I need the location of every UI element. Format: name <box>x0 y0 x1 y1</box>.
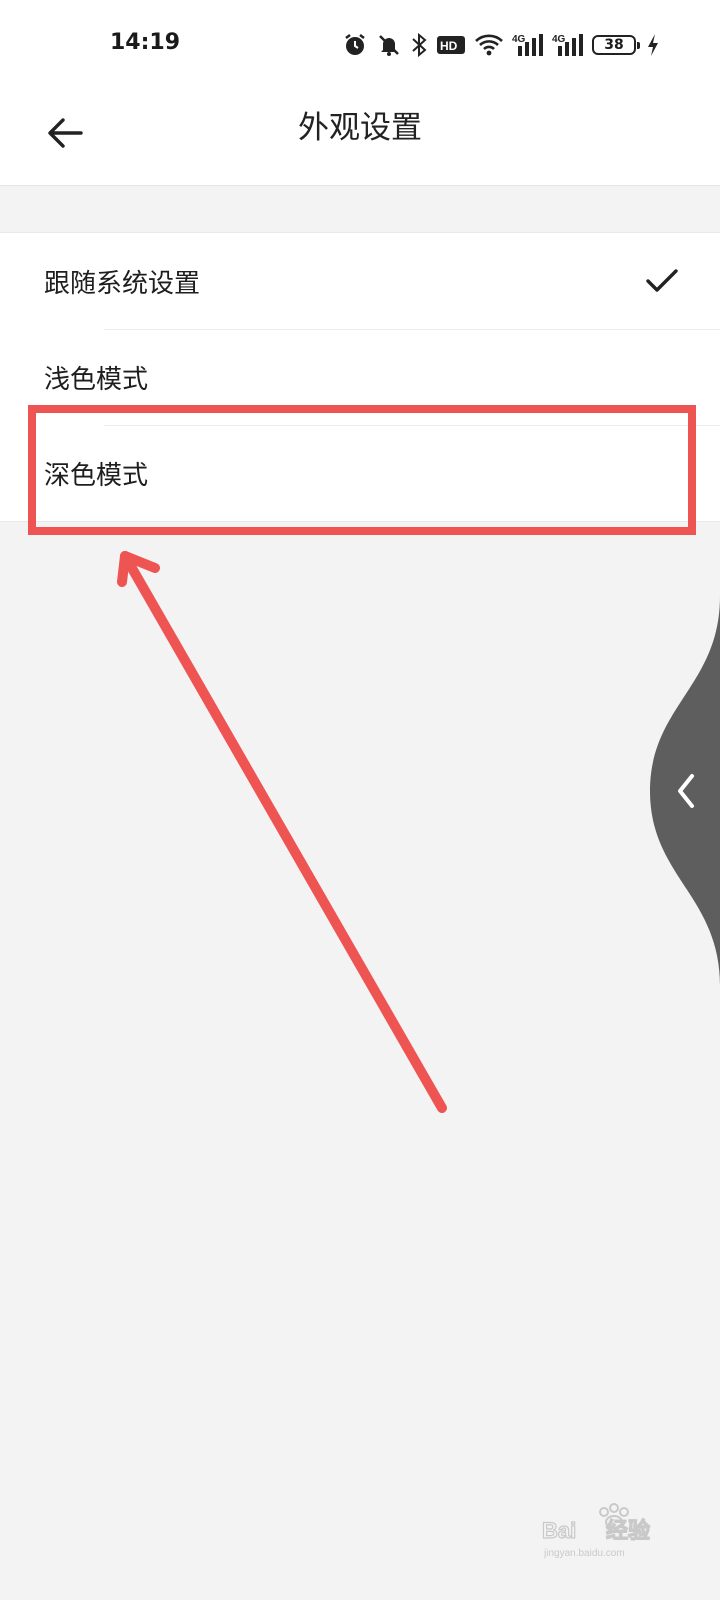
wifi-icon <box>475 34 503 56</box>
svg-text:经验: 经验 <box>606 1518 650 1543</box>
edge-back-gesture[interactable] <box>640 596 720 986</box>
signal-4g-icon: 4G <box>512 34 543 56</box>
battery-icon: 38 <box>592 35 640 55</box>
bluetooth-icon <box>412 32 427 58</box>
status-icons: HD 4G 4G 38 <box>342 30 660 60</box>
svg-text:jingyan.baidu.com: jingyan.baidu.com <box>543 1548 625 1559</box>
app-header: 外观设置 <box>0 88 720 186</box>
alarm-icon <box>345 34 365 55</box>
appearance-option-list: 跟随系统设置 浅色模式 深色模式 <box>0 232 720 522</box>
charging-icon <box>648 34 658 56</box>
option-label: 深色模式 <box>44 460 149 491</box>
option-follow-system[interactable]: 跟随系统设置 <box>0 233 720 329</box>
svg-text:4G: 4G <box>552 34 566 45</box>
signal-4g-icon: 4G <box>552 34 583 56</box>
svg-text:4G: 4G <box>512 34 526 45</box>
svg-text:HD: HD <box>440 39 458 53</box>
option-dark-mode[interactable]: 深色模式 <box>0 425 720 521</box>
baidu-jingyan-watermark: Bai 经验 jingyan.baidu.com <box>541 1503 651 1559</box>
status-bar: 14:19 HD 4G 4G 38 <box>0 0 720 88</box>
check-icon <box>646 269 678 292</box>
mute-icon <box>379 35 399 56</box>
page-title: 外观设置 <box>298 110 422 146</box>
option-light-mode[interactable]: 浅色模式 <box>0 329 720 425</box>
svg-text:Bai: Bai <box>542 1518 576 1543</box>
option-label: 浅色模式 <box>44 364 149 395</box>
option-label: 跟随系统设置 <box>44 268 201 299</box>
status-time: 14:19 <box>110 30 181 55</box>
hd-icon: HD <box>437 36 465 54</box>
